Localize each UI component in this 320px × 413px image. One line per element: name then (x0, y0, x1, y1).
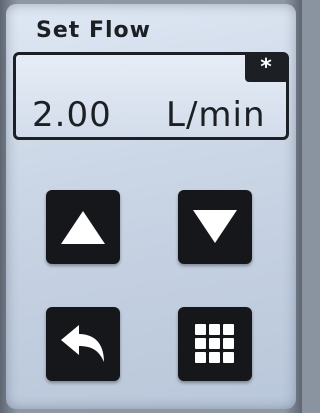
decrease-button[interactable] (178, 190, 252, 264)
menu-button[interactable] (178, 307, 252, 381)
triangle-up-icon (61, 211, 105, 244)
triangle-down-icon (193, 210, 237, 243)
grid-menu-icon (195, 324, 234, 363)
flow-value-display: * 2.00 L/min (13, 52, 289, 140)
flow-value: 2.00 (32, 95, 112, 135)
asterisk-indicator: * (245, 54, 287, 82)
back-button[interactable] (46, 307, 120, 381)
page-title: Set Flow (36, 18, 151, 43)
flow-unit: L/min (166, 95, 266, 135)
undo-arrow-icon (61, 325, 104, 362)
increase-button[interactable] (46, 190, 120, 264)
device-screen: Set Flow * 2.00 L/min (6, 4, 296, 409)
